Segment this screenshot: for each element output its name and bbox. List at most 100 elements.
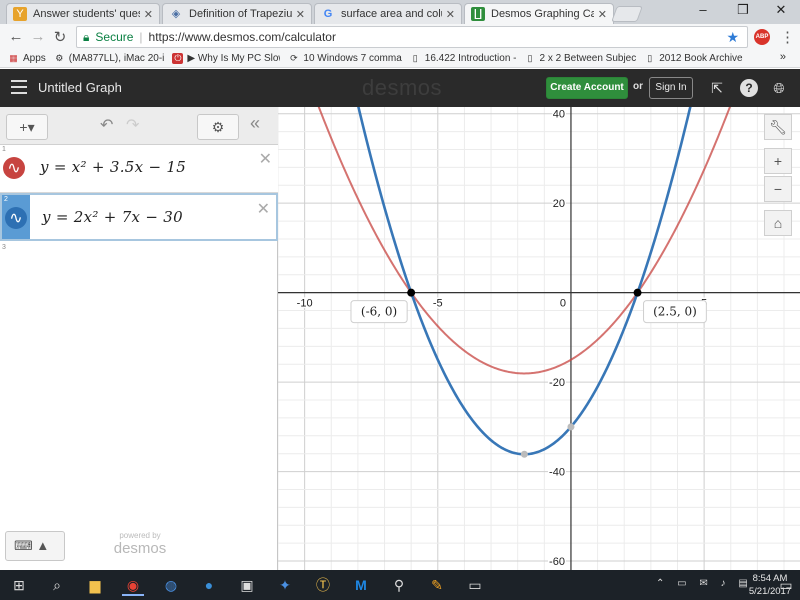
help-icon[interactable]: ? [740,79,758,97]
bookmark-windows7[interactable]: ⟳ 10 Windows 7 comma [288,53,402,64]
intercept-point [407,288,416,297]
page-icon: ▯ [647,53,653,63]
tab-surface-area[interactable]: G surface area and colume ✕ [314,3,462,24]
bookmarks-bar: ▦ Apps ⚙ (MA877LL), iMac 20-i ⏻ ▶ Why Is… [0,50,800,68]
tab-definition-trapezium[interactable]: ◈ Definition of Trapezium ✕ [162,3,312,24]
close-icon[interactable]: ✕ [446,8,455,21]
y-tick-label: -40 [549,467,565,479]
expression-input[interactable]: y = x² + 3.5x − 15 [40,158,186,176]
redo-icon[interactable]: ↷ [126,115,139,135]
tab-label: Answer students' questi [33,8,140,20]
app-globe-icon[interactable]: ● [198,574,220,596]
desmos-header: Untitled Graph desmos Create Account or … [0,69,800,107]
chrome-icon[interactable]: ◉ [122,574,144,596]
terminal-icon[interactable]: ▭ [464,574,486,596]
bookmark-star-icon[interactable]: ★ [726,29,739,46]
empty-expression-number[interactable]: 3 [2,244,6,251]
close-icon[interactable]: ✕ [144,8,153,21]
close-icon[interactable]: ✕ [296,8,305,21]
delete-expression-icon[interactable]: ✕ [259,149,272,169]
page-icon: ▯ [527,53,533,63]
close-icon[interactable]: ✕ [598,8,607,21]
expression-panel: +▾ ↶ ↷ ⚙ « 1 ∿ y = x² + 3.5x − 15 ✕ 2 ∿ … [0,107,278,570]
or-label: or [633,81,643,92]
delete-expression-icon[interactable]: ✕ [257,199,270,219]
tab-label: Desmos Graphing Calcul [491,8,594,20]
graph-canvas[interactable]: -10-5054020-20-40-60(-6, 0)(2.5, 0) [278,107,800,570]
secure-label: Secure [95,30,134,44]
bookmark-imac[interactable]: ⚙ (MA877LL), iMac 20-i [54,53,165,64]
minimize-icon[interactable]: – [688,2,718,17]
bookmarks-overflow-icon[interactable]: » [780,51,786,63]
graph-title[interactable]: Untitled Graph [38,80,122,95]
expression-number: 1 [2,146,6,153]
x-tick-label: -5 [433,298,443,310]
x-tick-label: 0 [560,298,566,310]
create-account-button[interactable]: Create Account [546,77,628,99]
point-label: (-6, 0) [361,305,397,319]
parabola-curve-1 [317,107,731,375]
y-tick-label: 40 [553,109,565,121]
share-icon[interactable]: ⇱ [708,79,726,97]
bookmark-label: 16.422 Introduction - [424,53,517,64]
magnifier-icon[interactable]: ⚲ [388,574,410,596]
expression-row-1[interactable]: 1 ∿ y = x² + 3.5x − 15 ✕ [0,145,278,193]
add-item-button[interactable]: +▾ [6,114,48,140]
zoom-in-icon[interactable]: + [764,148,792,174]
windows-start-icon[interactable]: ⊞ [8,574,30,596]
wave-icon[interactable]: ∿ [3,157,25,179]
undo-icon[interactable]: ↶ [100,115,113,135]
tab-favicon-icon: ◈ [171,8,181,20]
swirl-icon: ⟳ [290,53,298,63]
search-icon[interactable]: ⌕ [46,574,68,596]
bookmark-label: (MA877LL), iMac 20-i [68,53,165,64]
keyboard-toggle-button[interactable]: ⌨ ▲ [5,531,65,561]
forward-icon[interactable]: → [28,28,48,45]
globe-icon[interactable]: 🌐︎ [770,79,788,97]
expression-row-2[interactable]: 2 ∿ y = 2x² + 7x − 30 ✕ [0,193,278,241]
bookmark-apps[interactable]: ▦ Apps [8,53,46,64]
reload-icon[interactable]: ↻ [50,28,70,46]
home-icon[interactable]: ⌂ [764,210,792,236]
new-tab-button[interactable] [611,6,643,22]
powered-by-desmos: powered by desmos [110,531,170,557]
collapse-panel-icon[interactable]: « [250,113,260,134]
bookmark-2x2[interactable]: ▯ 2 x 2 Between Subjec [525,53,637,64]
file-explorer-icon[interactable]: ▆ [84,574,106,596]
notifications-icon[interactable]: ▭ [776,574,796,596]
zoom-out-icon[interactable]: − [764,176,792,202]
adblock-icon[interactable]: ABP [754,29,770,45]
robot-icon[interactable]: ✦ [274,574,296,596]
windows-taskbar: ⊞ ⌕ ▆ ◉ ◍ ● ▣ ✦ Ⓣ M ⚲ ✎ ▭ ⌃ ▭ ✉ ♪ ▤ 8:54… [0,570,800,600]
tab-desmos[interactable]: ∐ Desmos Graphing Calcul ✕ [464,3,614,24]
camera-icon[interactable]: ▣ [236,574,258,596]
hamburger-menu-icon[interactable] [11,80,27,94]
wave-icon[interactable]: ∿ [5,207,27,229]
lock-icon: 🔒︎ [83,29,90,44]
sign-in-button[interactable]: Sign In [649,77,693,99]
url-input[interactable]: 🔒︎ Secure | https://www.desmos.com/calcu… [76,26,748,48]
power-icon: ⏻ [172,53,184,64]
expression-number: 2 [4,196,8,203]
firefox-icon[interactable]: ◍ [160,574,182,596]
intercept-point [633,288,642,297]
m-app-icon[interactable]: M [350,574,372,596]
system-tray-icons[interactable]: ⌃ ▭ ✉ ♪ ▤ [656,578,753,589]
wrench-icon[interactable]: 🔧︎ [764,114,792,140]
chrome-menu-icon[interactable]: ⋮ [780,28,795,46]
paint-icon[interactable]: ✎ [426,574,448,596]
close-window-icon[interactable]: ✕ [766,2,796,18]
bookmark-label: 10 Windows 7 comma [303,53,402,64]
expression-input[interactable]: y = 2x² + 7x − 30 [42,208,183,226]
back-icon[interactable]: ← [6,28,26,45]
bookmark-label: 2 x 2 Between Subjec [539,53,637,64]
bookmark-why-slow[interactable]: ⏻ ▶ Why Is My PC Slow [172,53,280,64]
settings-gear-icon[interactable]: ⚙ [197,114,239,140]
graph-paper[interactable]: -10-5054020-20-40-60(-6, 0)(2.5, 0) [278,107,800,570]
bookmark-2012-archive[interactable]: ▯ 2012 Book Archive [644,53,742,64]
bookmark-16422[interactable]: ▯ 16.422 Introduction - [410,53,517,64]
apps-grid-icon: ▦ [9,53,18,63]
tool-icon[interactable]: Ⓣ [312,574,334,596]
maximize-icon[interactable]: ❒ [728,2,758,18]
tab-answer-students[interactable]: Y Answer students' questi ✕ [6,3,160,24]
